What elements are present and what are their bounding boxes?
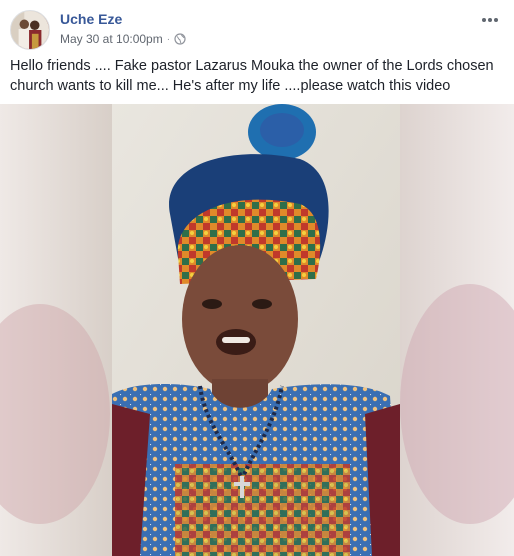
facebook-post: Uche Eze May 30 at 10:00pm · Hello frien… [0, 0, 514, 556]
post-timestamp[interactable]: May 30 at 10:00pm [60, 32, 163, 46]
more-options-icon[interactable] [478, 10, 502, 30]
author-name-link[interactable]: Uche Eze [60, 11, 122, 27]
avatar[interactable] [10, 10, 50, 50]
globe-icon[interactable] [174, 33, 186, 45]
post-header: Uche Eze May 30 at 10:00pm · [8, 6, 508, 50]
post-meta: May 30 at 10:00pm · [60, 32, 186, 46]
post-text: Hello friends .... Fake pastor Lazarus M… [10, 58, 494, 94]
video-thumbnail[interactable] [0, 104, 514, 556]
meta-separator: · [166, 33, 171, 45]
